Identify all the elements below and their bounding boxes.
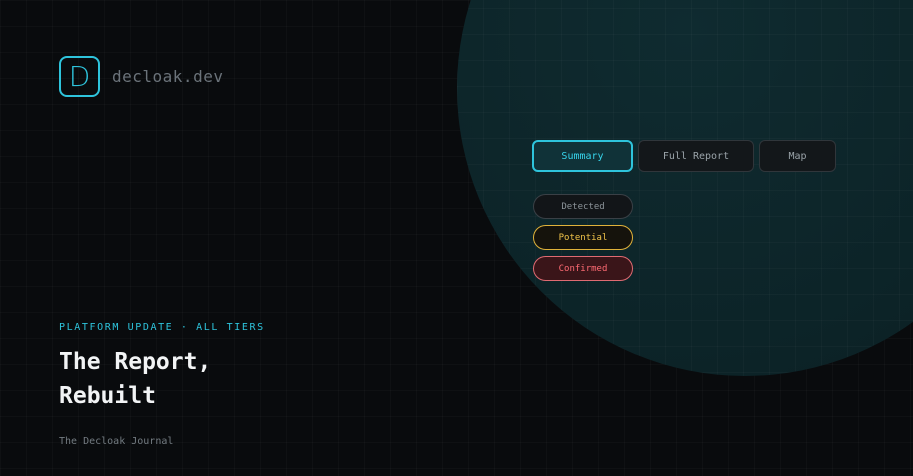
- brand-name: decloak.dev: [112, 67, 224, 86]
- headline-line-2: Rebuilt: [59, 383, 156, 409]
- page: D decloak.dev Summary Full Report Map De…: [0, 0, 913, 476]
- report-tabs: Summary Full Report Map: [532, 140, 836, 172]
- status-badge-detected: Detected: [533, 194, 633, 219]
- brand-logo[interactable]: D decloak.dev: [59, 56, 223, 97]
- decorative-circle: [457, 0, 913, 376]
- status-badge-confirmed: Confirmed: [533, 256, 633, 281]
- page-title: The Report, Rebuilt: [59, 345, 359, 413]
- status-badge-potential: Potential: [533, 225, 633, 250]
- tab-full-report[interactable]: Full Report: [638, 140, 754, 172]
- status-legend: Detected Potential Confirmed: [533, 194, 633, 281]
- tab-summary[interactable]: Summary: [532, 140, 633, 172]
- publication-name: The Decloak Journal: [59, 436, 174, 447]
- article-kicker: PLATFORM UPDATE · ALL TIERS: [59, 322, 265, 333]
- headline-line-1: The Report,: [59, 349, 212, 375]
- logo-mark-icon: D: [59, 56, 100, 97]
- tab-map[interactable]: Map: [759, 140, 836, 172]
